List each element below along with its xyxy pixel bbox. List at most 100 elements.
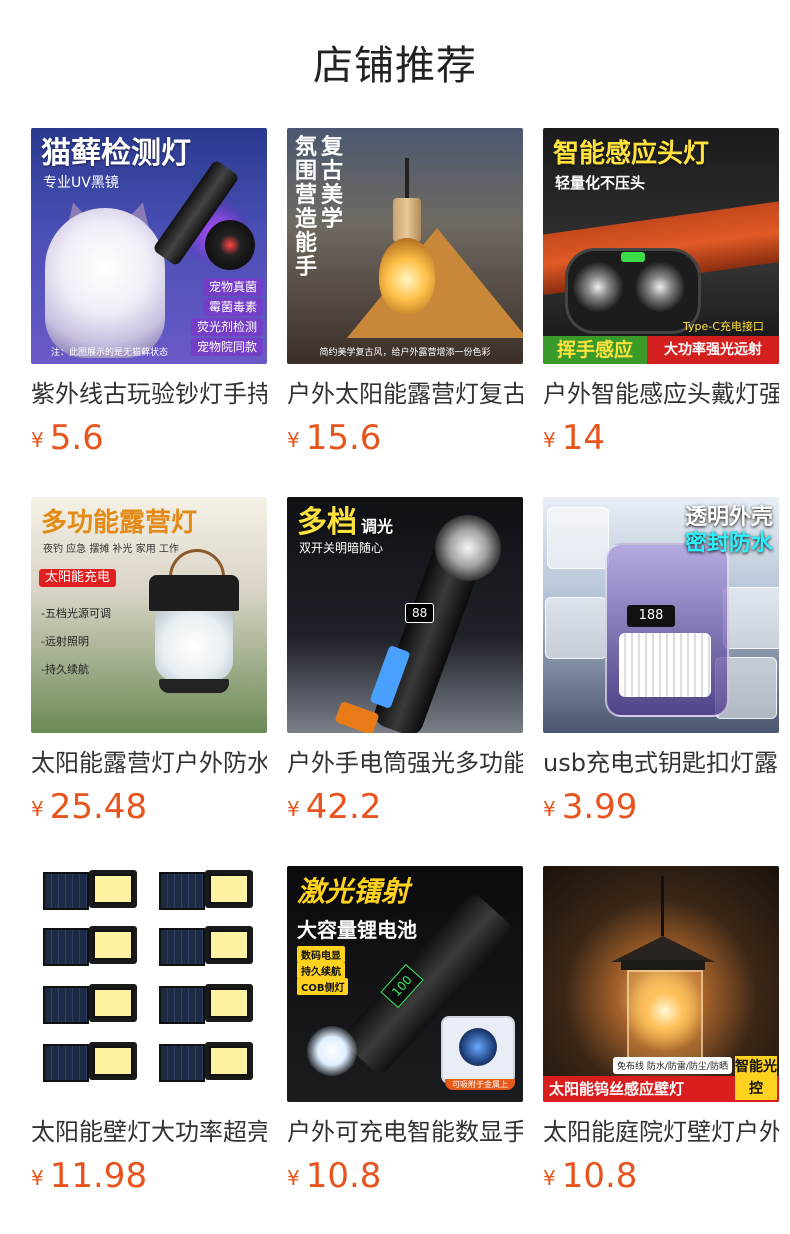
product-image[interactable]: 氛围营造能手 复古美学 简约美学复古风，给户外露营增添一份色彩	[287, 128, 523, 364]
bulb-cap	[393, 198, 421, 242]
image-headline: 透明外壳 密封防水	[684, 505, 773, 556]
product-image[interactable]: 多功能露营灯 夜钓 应急 摆摊 补光 家用 工作 太阳能充电 -五档光源可调 -…	[31, 497, 267, 733]
currency-symbol: ¥	[287, 1166, 300, 1190]
product-card[interactable]: 188 透明外壳 密封防水 usb充电式钥匙扣灯露营 ¥3.99	[543, 497, 779, 834]
solar-lamp-unit	[43, 868, 139, 912]
solar-lamp-unit	[43, 924, 139, 968]
currency-symbol: ¥	[543, 1166, 556, 1190]
product-grid: 猫藓检测灯 专业UV黑镜 宠物真菌 霉菌毒素 荧光剂检测 宠物院同款 注：此图展…	[31, 128, 781, 1203]
product-name[interactable]: 户外手电筒强光多功能	[287, 747, 523, 779]
product-price: ¥15.6	[287, 418, 523, 462]
product-image[interactable]: 188 透明外壳 密封防水	[543, 497, 779, 733]
product-price: ¥14	[543, 418, 779, 462]
image-chips: 免布线 防水/防雷/防尘/防晒	[613, 1057, 732, 1074]
flashlight-tail	[334, 700, 380, 733]
tent-illustration	[347, 228, 523, 338]
price-value: 5.6	[49, 418, 104, 458]
product-image[interactable]: 免布线 防水/防雷/防尘/防晒 太阳能钨丝感应壁灯 智能光控	[543, 866, 779, 1102]
product-name[interactable]: 太阳能露营灯户外防水	[31, 747, 267, 779]
product-price: ¥25.48	[31, 787, 267, 831]
ice-cube	[723, 587, 779, 649]
product-price: ¥3.99	[543, 787, 779, 831]
product-name[interactable]: usb充电式钥匙扣灯露营	[543, 747, 779, 779]
product-name[interactable]: 紫外线古玩验钞灯手持	[31, 378, 267, 410]
product-name[interactable]: 户外可充电智能数显手电	[287, 1116, 523, 1148]
battery-display: 188	[627, 605, 675, 627]
product-price: ¥5.6	[31, 418, 267, 462]
image-band-left: 挥手感应	[543, 336, 647, 364]
image-vertical-text: 氛围营造能手	[295, 135, 318, 280]
image-chip: COB侧灯	[297, 978, 349, 995]
image-note: Type-C充电接口	[683, 320, 764, 333]
product-card[interactable]: 氛围营造能手 复古美学 简约美学复古风，给户外露营增添一份色彩 户外太阳能露营灯…	[287, 128, 523, 465]
magnet-inset	[441, 1016, 515, 1084]
ice-cube	[547, 507, 609, 569]
image-headline: 激光镭射	[297, 875, 410, 908]
product-image[interactable]: 猫藓检测灯 专业UV黑镜 宠物真菌 霉菌毒素 荧光剂检测 宠物院同款 注：此图展…	[31, 128, 267, 364]
image-bullet: -持久续航	[41, 663, 89, 676]
currency-symbol: ¥	[31, 797, 44, 821]
laser-lens	[205, 220, 255, 270]
image-chip: 持久续航	[297, 962, 345, 979]
flashlight-head	[435, 515, 501, 581]
ice-cube	[545, 597, 607, 659]
image-red-tag: 太阳能充电	[39, 569, 117, 587]
product-name[interactable]: 户外太阳能露营灯复古	[287, 378, 523, 410]
inset-caption: 可吸附于金属上	[445, 1079, 515, 1090]
product-image[interactable]	[31, 866, 267, 1102]
lantern-illustration	[149, 549, 239, 705]
image-vertical-text: 复古美学	[321, 135, 344, 232]
solar-lamp-unit	[43, 1040, 139, 1084]
product-image[interactable]: 多档 调光 双开关明暗随心 88	[287, 497, 523, 733]
price-value: 42.2	[305, 787, 382, 827]
product-price: ¥10.8	[543, 1156, 779, 1200]
lantern-top	[149, 575, 239, 611]
price-value: 15.6	[305, 418, 382, 458]
bulb-illustration	[379, 238, 435, 314]
currency-symbol: ¥	[287, 428, 300, 452]
product-card[interactable]: 智能感应头灯 轻量化不压头 Type-C充电接口 挥手感应 大功率强光远射 户外…	[543, 128, 779, 465]
image-tag: 荧光剂检测	[190, 318, 263, 336]
solar-lamp-unit	[159, 924, 255, 968]
flashlight-beam	[307, 1026, 357, 1076]
image-chip: 数码电显	[297, 946, 345, 963]
solar-lamp-unit	[159, 1040, 255, 1084]
image-headline: 多功能露营灯	[41, 508, 198, 538]
currency-symbol: ¥	[543, 428, 556, 452]
image-footnote: 注：此图展示的是无猫藓状态	[51, 348, 169, 358]
product-image[interactable]: 智能感应头灯 轻量化不压头 Type-C充电接口 挥手感应 大功率强光远射	[543, 128, 779, 364]
product-name[interactable]: 太阳能壁灯大功率超亮	[31, 1116, 267, 1148]
image-subline: 轻量化不压头	[555, 174, 646, 192]
lamp-chain	[661, 876, 664, 936]
product-card[interactable]: 多功能露营灯 夜钓 应急 摆摊 补光 家用 工作 太阳能充电 -五档光源可调 -…	[31, 497, 267, 834]
solar-lamp-unit	[159, 982, 255, 1026]
cob-led	[619, 633, 711, 697]
product-card[interactable]: 猫藓检测灯 专业UV黑镜 宠物真菌 霉菌毒素 荧光剂检测 宠物院同款 注：此图展…	[31, 128, 267, 465]
product-card[interactable]: 免布线 防水/防雷/防尘/防晒 太阳能钨丝感应壁灯 智能光控 太阳能庭院灯壁灯户…	[543, 866, 779, 1203]
headlamp-lens	[573, 262, 623, 312]
image-tag: 霉菌毒素	[202, 298, 263, 316]
image-subline: 专业UV黑镜	[43, 175, 119, 191]
lamp-cap	[621, 960, 705, 970]
image-subline: 大容量锂电池	[297, 918, 417, 942]
product-card[interactable]: 多档 调光 双开关明暗随心 88 户外手电筒强光多功能 ¥42.2	[287, 497, 523, 834]
lamp-roof	[611, 936, 715, 962]
solar-lamp-unit	[159, 868, 255, 912]
image-bullet: -五档光源可调	[41, 607, 111, 620]
price-value: 10.8	[305, 1156, 382, 1196]
page-title: 店铺推荐	[313, 43, 477, 89]
product-name[interactable]: 太阳能庭院灯壁灯户外	[543, 1116, 779, 1148]
product-price: ¥42.2	[287, 787, 523, 831]
product-card[interactable]: 100 激光镭射 大容量锂电池 数码电显 持久续航 COB侧灯 可吸附于金属上 …	[287, 866, 523, 1203]
currency-symbol: ¥	[287, 797, 300, 821]
lamp-glass	[627, 970, 703, 1060]
product-card[interactable]: 太阳能壁灯大功率超亮 ¥11.98	[31, 866, 267, 1203]
image-subline: 夜钓 应急 摆摊 补光 家用 工作	[43, 544, 179, 555]
product-image[interactable]: 100 激光镭射 大容量锂电池 数码电显 持久续航 COB侧灯 可吸附于金属上	[287, 866, 523, 1102]
lantern-body	[155, 611, 233, 681]
rope	[405, 158, 409, 198]
cat-illustration	[45, 208, 165, 358]
image-footnote: 简约美学复古风，给户外露营增添一份色彩	[319, 348, 491, 358]
product-name[interactable]: 户外智能感应头戴灯强光	[543, 378, 779, 410]
product-price: ¥11.98	[31, 1156, 267, 1200]
